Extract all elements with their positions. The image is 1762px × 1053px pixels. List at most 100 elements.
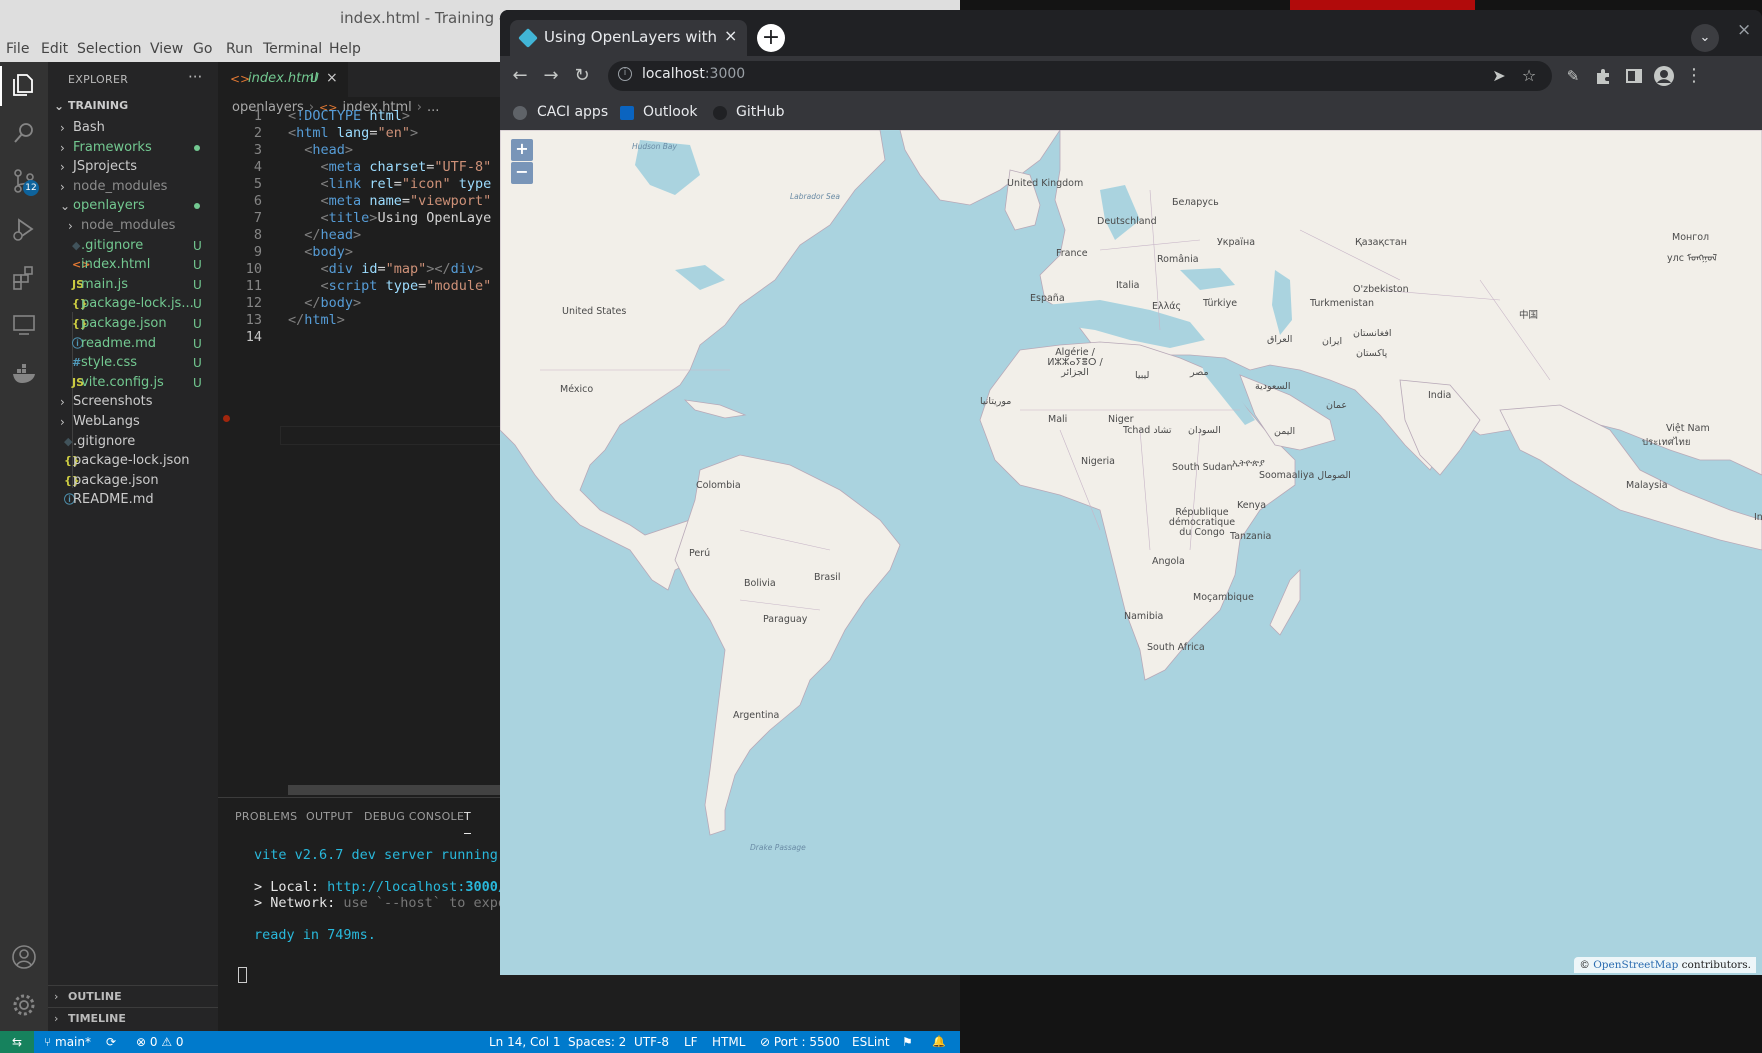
tab-debug-console[interactable]: DEBUG CONSOLE: [364, 810, 464, 823]
new-tab-button[interactable]: +: [757, 24, 785, 52]
tree-item[interactable]: › node_modules: [48, 215, 218, 237]
country-label: Angola: [1152, 556, 1185, 567]
country-label: Niger: [1108, 414, 1134, 425]
menu-view[interactable]: View: [150, 41, 183, 57]
sync-icon[interactable]: ⟳: [106, 1031, 116, 1053]
encoding[interactable]: UTF-8: [634, 1031, 669, 1053]
notifications-bell-icon[interactable]: 🔔: [932, 1031, 946, 1053]
tab-output[interactable]: OUTPUT: [306, 810, 353, 823]
remote-explorer-icon[interactable]: [9, 310, 39, 340]
chevron-right-icon: ›: [68, 219, 73, 233]
country-label: السودان: [1188, 425, 1221, 436]
tree-item[interactable]: › JSprojects: [48, 156, 218, 178]
tree-item-label: Screenshots: [73, 394, 153, 409]
tab-terminal[interactable]: T: [464, 810, 472, 834]
tab-index-html[interactable]: <> index.html U ×: [218, 62, 348, 97]
tree-item[interactable]: ⓘ README.md: [48, 489, 218, 511]
git-status-untracked: U: [193, 317, 202, 331]
menu-run[interactable]: Run: [226, 41, 253, 57]
bookmark-star-icon[interactable]: ☆: [1516, 63, 1542, 89]
pen-icon[interactable]: ✎: [1560, 63, 1586, 89]
tree-item[interactable]: {} package-lock.js... U: [48, 293, 218, 315]
tree-item[interactable]: ⌄ openlayers: [48, 195, 218, 217]
workspace-header[interactable]: ⌄ TRAINING: [48, 95, 218, 117]
feedback-icon[interactable]: ⚑: [902, 1031, 913, 1053]
more-actions-icon[interactable]: ···: [188, 68, 202, 86]
tab-search-button[interactable]: ⌄: [1691, 24, 1719, 52]
live-server-port[interactable]: ⊘ Port : 5500: [760, 1031, 840, 1053]
back-icon[interactable]: ←: [507, 63, 533, 89]
tree-item[interactable]: › WebLangs: [48, 411, 218, 433]
settings-gear-icon[interactable]: [9, 990, 39, 1020]
menu-file[interactable]: File: [6, 41, 29, 57]
problems-count[interactable]: ⊗ 0 ⚠ 0: [136, 1031, 184, 1053]
language-mode[interactable]: HTML: [712, 1031, 745, 1053]
reload-icon[interactable]: ↻: [569, 63, 595, 89]
country-label: Ελλάς: [1152, 301, 1182, 312]
menu-kebab-icon[interactable]: ⋮: [1681, 63, 1707, 89]
git-status-untracked: U: [193, 356, 202, 370]
browser-tab[interactable]: Using OpenLayers with Vite ×: [510, 20, 747, 56]
tab-close-icon[interactable]: ×: [326, 70, 338, 86]
tree-item[interactable]: {} package.json U: [48, 313, 218, 335]
zoom-out-button[interactable]: −: [511, 162, 533, 184]
timeline-section[interactable]: › TIMELINE: [48, 1007, 218, 1029]
search-icon[interactable]: [9, 118, 39, 148]
tab-problems[interactable]: PROBLEMS: [235, 810, 297, 823]
osm-link[interactable]: OpenStreetMap: [1593, 959, 1678, 971]
menu-go[interactable]: Go: [193, 41, 212, 57]
chrome-toolbar: ← → ↻ i localhost:3000 ➤ ☆ ✎ ⋮: [500, 56, 1762, 96]
bookmark-caci-apps[interactable]: CACI apps: [537, 104, 608, 120]
openlayers-map[interactable]: Hudson Bay Labrador Sea Drake Passage + …: [500, 130, 1762, 975]
tree-item-label: package-lock.json: [73, 453, 190, 468]
git-changes-dot: [194, 145, 200, 151]
country-label: اليمن: [1274, 426, 1296, 437]
account-icon[interactable]: [9, 942, 39, 972]
window-title: index.html - Training - V: [340, 9, 520, 27]
outline-section[interactable]: › OUTLINE: [48, 985, 218, 1007]
country-label: Malaysia: [1626, 480, 1668, 491]
extensions-puzzle-icon[interactable]: [1590, 63, 1616, 89]
forward-icon[interactable]: →: [538, 63, 564, 89]
remote-indicator-icon[interactable]: ⇆: [0, 1031, 34, 1053]
country-label: Moçambique: [1193, 592, 1254, 603]
extensions-icon[interactable]: [9, 262, 39, 292]
menu-terminal[interactable]: Terminal: [263, 41, 322, 57]
url-text: localhost:3000: [642, 66, 746, 82]
bookmarks-bar: CACI apps Outlook GitHub: [500, 96, 1762, 130]
eslint-status[interactable]: ESLint: [852, 1031, 890, 1053]
site-info-icon[interactable]: i: [618, 67, 632, 81]
active-indicator: [0, 66, 2, 106]
tree-item[interactable]: {} package-lock.json: [48, 450, 218, 472]
country-label: ایران: [1322, 336, 1343, 347]
share-icon[interactable]: ➤: [1486, 63, 1512, 89]
country-label: موريتانيا: [980, 396, 1012, 407]
country-label: مصر: [1190, 367, 1209, 378]
address-bar[interactable]: i localhost:3000 ➤ ☆: [608, 61, 1552, 91]
tree-item[interactable]: › Screenshots: [48, 391, 218, 413]
zoom-in-button[interactable]: +: [511, 139, 533, 161]
profile-avatar-icon[interactable]: [1651, 63, 1677, 89]
tab-close-icon[interactable]: ×: [724, 26, 737, 45]
country-label: Namibia: [1124, 611, 1164, 622]
cursor-position[interactable]: Ln 14, Col 1: [489, 1031, 561, 1053]
globe-icon: [513, 106, 527, 120]
breakpoint-icon[interactable]: [223, 415, 230, 422]
window-close-icon[interactable]: ×: [1737, 20, 1751, 40]
indentation[interactable]: Spaces: 2: [568, 1031, 626, 1053]
bookmark-github[interactable]: GitHub: [736, 104, 785, 120]
menu-edit[interactable]: Edit: [41, 41, 68, 57]
side-panel-icon[interactable]: [1621, 63, 1647, 89]
docker-icon[interactable]: [9, 358, 39, 388]
menu-selection[interactable]: Selection: [77, 41, 142, 57]
tree-item[interactable]: <> index.html U: [48, 254, 218, 276]
tree-item[interactable]: # style.css U: [48, 352, 218, 374]
tree-item[interactable]: › Bash: [48, 117, 218, 139]
end-of-line[interactable]: LF: [684, 1031, 698, 1053]
explorer-icon[interactable]: [9, 70, 39, 100]
bookmark-outlook[interactable]: Outlook: [643, 104, 698, 120]
country-label: Україна: [1217, 237, 1256, 248]
git-branch[interactable]: ⑂ main*: [44, 1031, 91, 1053]
menu-help[interactable]: Help: [329, 41, 361, 57]
run-debug-icon[interactable]: [9, 214, 39, 244]
